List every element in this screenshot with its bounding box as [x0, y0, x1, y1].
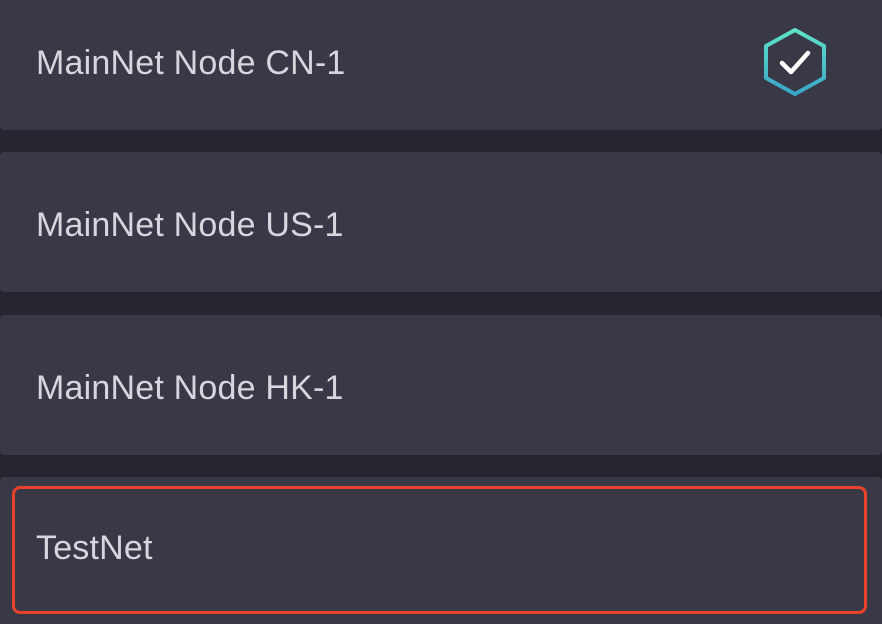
node-item-mainnet-cn-1[interactable]: MainNet Node CN-1: [0, 0, 882, 130]
hexagon-check-icon: [761, 27, 829, 97]
node-label: MainNet Node CN-1: [36, 44, 346, 82]
node-label: MainNet Node HK-1: [36, 369, 344, 407]
node-label: TestNet: [36, 529, 153, 567]
node-label: MainNet Node US-1: [36, 206, 344, 244]
node-item-testnet[interactable]: TestNet: [0, 477, 882, 624]
node-item-mainnet-hk-1[interactable]: MainNet Node HK-1: [0, 315, 882, 455]
node-list: MainNet Node CN-1 MainNet Node US-1 Main…: [0, 0, 882, 624]
node-item-mainnet-us-1[interactable]: MainNet Node US-1: [0, 152, 882, 292]
